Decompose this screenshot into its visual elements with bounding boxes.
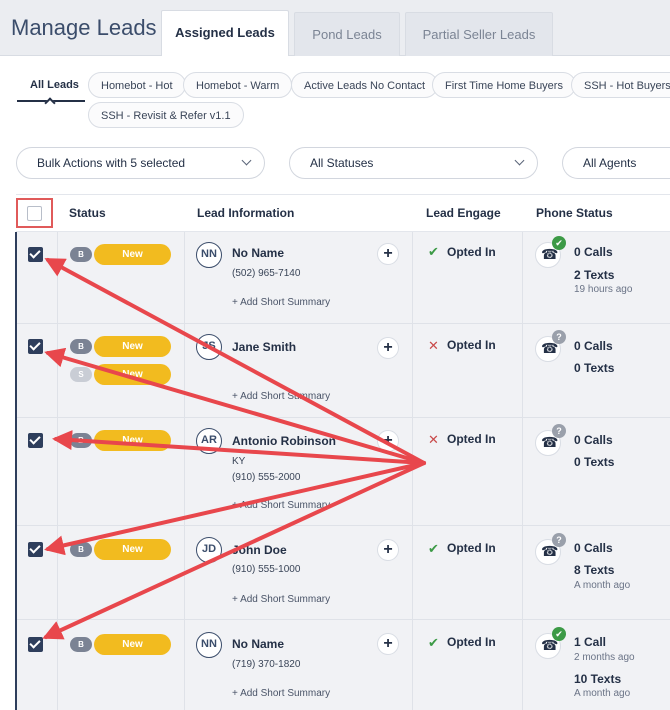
annotation-arrow: [44, 461, 426, 556]
annotation-arrow: [52, 430, 426, 465]
annotation-arrow: [44, 258, 426, 465]
annotation-arrow: [44, 347, 426, 465]
annotation-arrows: [42, 258, 426, 640]
annotation-arrow: [42, 461, 426, 640]
